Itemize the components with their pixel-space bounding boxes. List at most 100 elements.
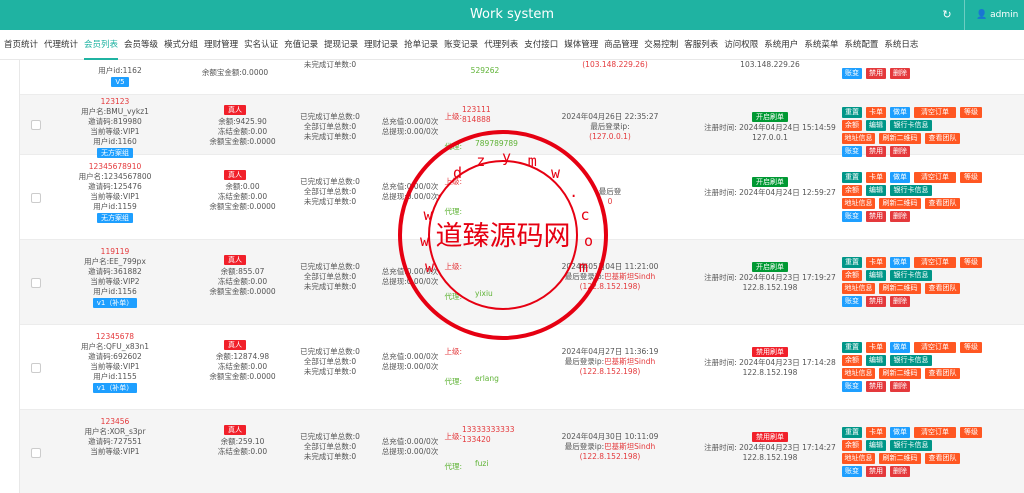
tab-8[interactable]: 提现记录 [324,30,358,60]
action-button-6[interactable]: 编辑 [866,270,886,281]
action-button-11[interactable]: 账变 [842,211,862,222]
action-button-0[interactable]: 重置 [842,257,862,268]
action-button-1[interactable]: 卡单 [866,107,886,118]
user-name[interactable]: 123123 [70,97,160,107]
user-name[interactable]: 12345678 [70,332,160,342]
action-button-7[interactable]: 银行卡信息 [890,120,932,131]
tab-18[interactable]: 访问权限 [724,30,758,60]
order-state-badge[interactable]: 开启刷单 [720,177,820,187]
tab-13[interactable]: 支付接口 [524,30,558,60]
action-button-10[interactable]: 查看团队 [925,453,960,464]
action-button-0[interactable]: 重置 [842,342,862,353]
action-button-2[interactable]: 做单 [890,107,910,118]
order-state-badge[interactable]: 禁用刷单 [720,432,820,442]
tab-12[interactable]: 代理列表 [484,30,518,60]
action-button-5[interactable]: 余额 [842,355,862,366]
action-button-7[interactable]: 银行卡信息 [890,270,932,281]
action-button-3[interactable]: 清空订单 [914,172,956,183]
action-button-4[interactable]: 等级 [960,107,982,118]
group-badge[interactable]: 无方案组 [70,213,160,223]
action-button-3[interactable]: 清空订单 [914,107,956,118]
agent-value[interactable]: 789789789 [475,139,530,149]
action-button-8[interactable]: 地址信息 [842,198,875,209]
action-button-1[interactable]: 卡单 [866,172,886,183]
action-button-13[interactable]: 删除 [890,211,910,222]
action-button-5[interactable]: 余额 [842,185,862,196]
tab-16[interactable]: 交易控制 [644,30,678,60]
group-badge[interactable]: v1（补单） [70,383,160,393]
action-button-11[interactable]: 账变 [842,466,862,477]
tab-21[interactable]: 系统配置 [844,30,878,60]
action-button-7[interactable]: 银行卡信息 [890,355,932,366]
tab-2[interactable]: 会员列表 [84,30,119,60]
action-button-12[interactable]: 禁用 [866,211,886,222]
agent-value[interactable]: yixiu [475,289,530,299]
action-button-9[interactable]: 刷新二维码 [879,453,921,464]
action-button-13[interactable]: 删除 [890,296,910,307]
ban-button[interactable]: 禁用 [866,68,886,79]
user-name[interactable]: 12345678910 [70,162,160,172]
action-button-8[interactable]: 地址信息 [842,453,875,464]
group-badge[interactable]: v1（补单） [70,298,160,308]
tab-15[interactable]: 商品管理 [604,30,638,60]
action-button-5[interactable]: 余额 [842,440,862,451]
agent-value[interactable]: fuzi [475,459,530,469]
order-state-badge[interactable]: 开启刷单 [720,262,820,272]
action-button-8[interactable]: 地址信息 [842,283,875,294]
action-button-6[interactable]: 编辑 [866,355,886,366]
action-button-6[interactable]: 编辑 [866,440,886,451]
row-checkbox[interactable] [31,447,41,458]
action-button-1[interactable]: 卡单 [866,257,886,268]
action-button-12[interactable]: 禁用 [866,466,886,477]
action-button-10[interactable]: 查看团队 [925,283,960,294]
action-button-0[interactable]: 重置 [842,107,862,118]
refresh-icon[interactable]: ↻ [940,8,954,22]
account-change-button[interactable]: 账变 [842,68,862,79]
action-button-12[interactable]: 禁用 [866,381,886,392]
row-checkbox[interactable] [31,362,41,373]
action-button-2[interactable]: 做单 [890,427,910,438]
action-button-9[interactable]: 刷新二维码 [879,368,921,379]
user-name[interactable]: 119119 [70,247,160,257]
tab-14[interactable]: 媒体管理 [564,30,598,60]
action-button-7[interactable]: 银行卡信息 [890,185,932,196]
row-checkbox[interactable] [31,120,41,130]
tab-4[interactable]: 模式分组 [164,30,198,60]
action-button-1[interactable]: 卡单 [866,427,886,438]
action-button-11[interactable]: 账变 [842,381,862,392]
tab-1[interactable]: 代理统计 [44,30,78,60]
action-button-9[interactable]: 刷新二维码 [879,198,921,209]
tab-6[interactable]: 实名认证 [244,30,278,60]
action-button-4[interactable]: 等级 [960,427,982,438]
user-menu[interactable]: 👤 admin [976,8,1018,22]
tab-17[interactable]: 客服列表 [684,30,718,60]
action-button-9[interactable]: 刷新二维码 [879,133,921,144]
row-checkbox[interactable] [31,192,41,203]
tab-22[interactable]: 系统日志 [884,30,918,60]
action-button-9[interactable]: 刷新二维码 [879,283,921,294]
action-button-2[interactable]: 做单 [890,172,910,183]
action-button-3[interactable]: 清空订单 [914,427,956,438]
tab-7[interactable]: 充值记录 [284,30,318,60]
action-button-10[interactable]: 查看团队 [925,368,960,379]
tab-3[interactable]: 会员等级 [124,30,158,60]
action-button-13[interactable]: 删除 [890,381,910,392]
action-button-2[interactable]: 做单 [890,342,910,353]
action-button-10[interactable]: 查看团队 [925,198,960,209]
action-button-2[interactable]: 做单 [890,257,910,268]
action-button-4[interactable]: 等级 [960,172,982,183]
tab-9[interactable]: 理财记录 [364,30,398,60]
agent-value[interactable]: erlang [475,374,530,384]
tab-10[interactable]: 抢单记录 [404,30,438,60]
user-name[interactable]: 123456 [70,417,160,427]
action-button-6[interactable]: 编辑 [866,120,886,131]
action-button-7[interactable]: 银行卡信息 [890,440,932,451]
action-button-0[interactable]: 重置 [842,427,862,438]
action-button-3[interactable]: 清空订单 [914,257,956,268]
action-button-4[interactable]: 等级 [960,342,982,353]
action-button-3[interactable]: 清空订单 [914,342,956,353]
tab-19[interactable]: 系统用户 [764,30,798,60]
delete-button[interactable]: 删除 [890,68,910,79]
action-button-10[interactable]: 查看团队 [925,133,960,144]
action-button-4[interactable]: 等级 [960,257,982,268]
